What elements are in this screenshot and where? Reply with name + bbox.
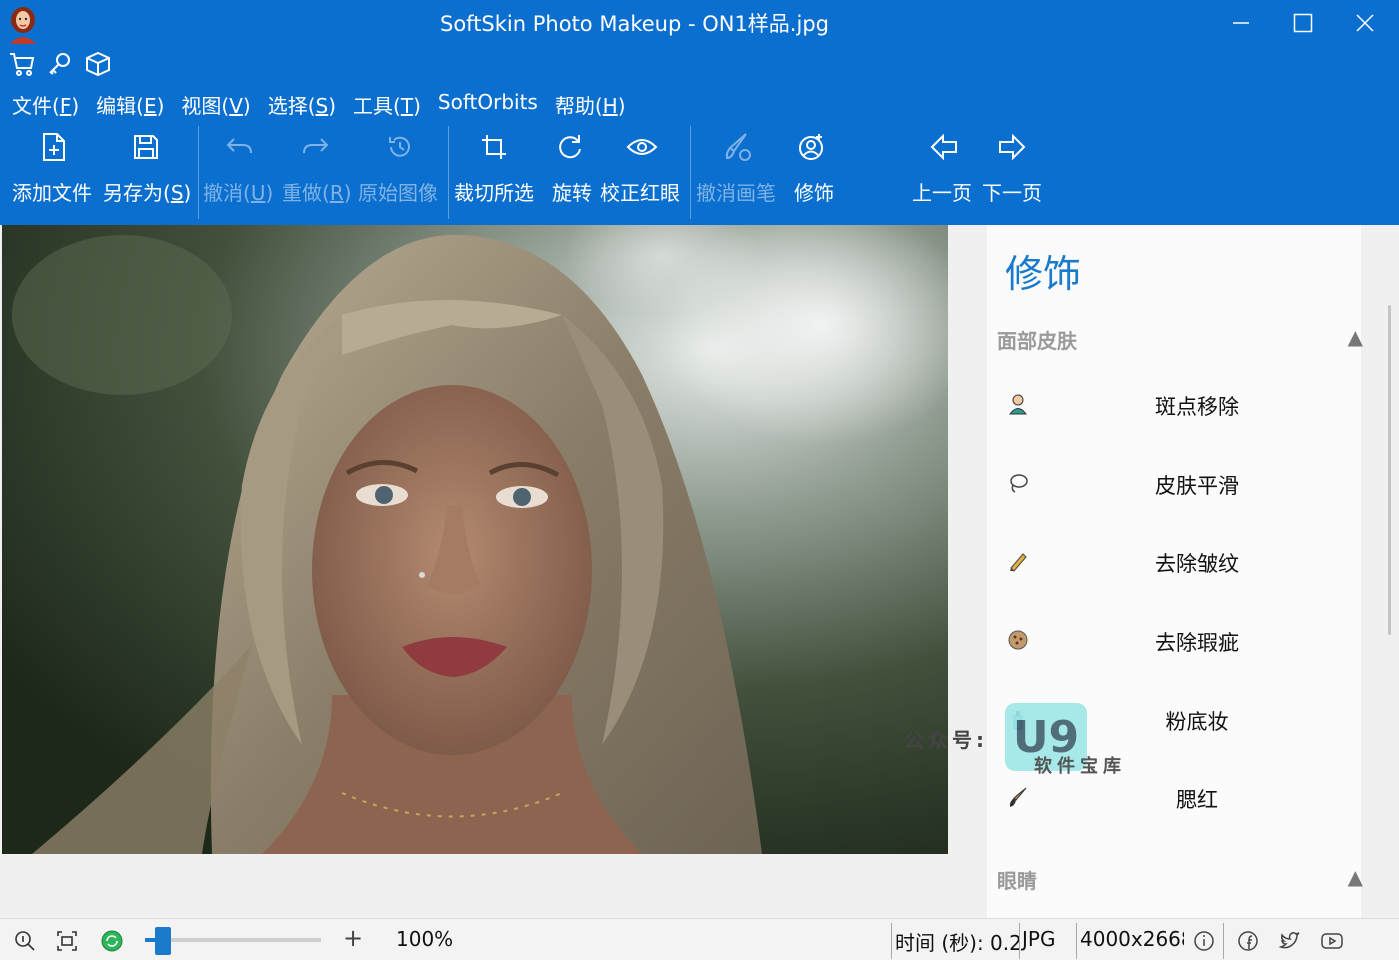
box-icon[interactable] <box>84 50 112 78</box>
fit-to-window-icon[interactable] <box>55 929 79 953</box>
quick-access-bar <box>8 50 112 78</box>
lasso-icon <box>1007 472 1029 494</box>
arrow-right-icon <box>994 129 1030 165</box>
portrait-photo[interactable] <box>2 225 948 854</box>
panel-body: 修饰 面部皮肤 ▲ 斑点移除 皮肤平滑 去除皱纹 去除瑕疵 粉底妆 腮红 眼睛 … <box>987 225 1363 918</box>
retouch-button[interactable]: 修饰 <box>792 125 840 217</box>
time-readout: 时间 (秒): 0.2 <box>895 931 1022 955</box>
pencil-icon <box>1007 550 1029 572</box>
tool-spot-removal[interactable]: 斑点移除 <box>997 375 1367 435</box>
redo-icon <box>298 129 334 165</box>
image-dimensions: 4000x2668 <box>1080 927 1184 951</box>
panel-title: 修饰 <box>1005 252 1082 296</box>
menu-bar: 文件(F) 编辑(E) 视图(V) 选择(S) 工具(T) SoftOrbits… <box>12 88 626 121</box>
status-bar: + 100% 时间 (秒): 0.2 JPG 4000x2668 <box>0 918 1399 960</box>
prev-page-button[interactable]: 上一页 <box>910 125 978 217</box>
menu-tools[interactable]: 工具(T) <box>353 88 421 121</box>
key-icon[interactable] <box>46 50 74 78</box>
zoom-level: 100% <box>396 927 454 951</box>
youtube-icon[interactable] <box>1320 929 1344 953</box>
retouch-panel: 修饰 面部皮肤 ▲ 斑点移除 皮肤平滑 去除皱纹 去除瑕疵 粉底妆 腮红 眼睛 … <box>977 225 1399 918</box>
zoom-in-icon[interactable] <box>13 929 37 953</box>
face-icon <box>1007 393 1029 415</box>
app-window: SoftSkin Photo Makeup - ON1样品.jpg 文件(F) … <box>0 0 1399 960</box>
brush-icon <box>1007 786 1029 808</box>
maximize-button[interactable] <box>1272 0 1334 46</box>
original-image-button[interactable]: 原始图像 <box>358 125 444 217</box>
image-canvas[interactable] <box>0 225 977 918</box>
info-icon[interactable] <box>1192 929 1216 953</box>
image-format: JPG <box>1022 927 1056 951</box>
window-title: SoftSkin Photo Makeup - ON1样品.jpg <box>440 12 829 36</box>
tool-skin-smoothing[interactable]: 皮肤平滑 <box>997 454 1367 514</box>
section-header-face-skin[interactable]: 面部皮肤 ▲ <box>997 325 1377 354</box>
crop-icon <box>476 129 512 165</box>
cart-icon[interactable] <box>8 50 36 78</box>
collapse-arrow-icon[interactable]: ▲ <box>1348 865 1363 889</box>
menu-help[interactable]: 帮助(H) <box>555 88 626 121</box>
tool-wrinkle-removal[interactable]: 去除皱纹 <box>997 532 1367 592</box>
undo-button[interactable]: 撤消(U) <box>203 125 279 217</box>
red-eye-button[interactable]: 校正红眼 <box>600 125 688 217</box>
eye-icon <box>624 129 660 165</box>
zoom-slider-thumb[interactable] <box>155 927 171 955</box>
crop-button[interactable]: 裁切所选 <box>454 125 540 217</box>
title-ribbon-area: SoftSkin Photo Makeup - ON1样品.jpg 文件(F) … <box>0 0 1399 225</box>
watermark-subtitle: 软件宝库 <box>1034 756 1126 777</box>
rotate-icon <box>552 129 588 165</box>
section-header-eyes[interactable]: 眼睛 ▲ <box>997 865 1377 894</box>
brush-eraser-icon <box>720 129 756 165</box>
save-as-button[interactable]: 另存为(S) <box>100 125 194 217</box>
arrow-left-icon <box>926 129 962 165</box>
next-page-button[interactable]: 下一页 <box>980 125 1048 217</box>
menu-view[interactable]: 视图(V) <box>181 88 250 121</box>
watermark-prefix: 公众号: <box>904 728 988 752</box>
close-button[interactable] <box>1334 0 1396 46</box>
menu-file[interactable]: 文件(F) <box>12 88 79 121</box>
menu-select[interactable]: 选择(S) <box>268 88 336 121</box>
save-icon <box>128 129 164 165</box>
add-file-button[interactable]: 添加文件 <box>10 125 92 217</box>
menu-softorbits[interactable]: SoftOrbits <box>438 88 538 121</box>
redo-button[interactable]: 重做(R) <box>282 125 356 217</box>
twitter-icon[interactable] <box>1278 929 1302 953</box>
tool-blemish-removal[interactable]: 去除瑕疵 <box>997 611 1367 671</box>
facebook-icon[interactable] <box>1236 929 1260 953</box>
zoom-plus-button[interactable]: + <box>343 924 363 952</box>
history-icon <box>382 129 418 165</box>
cookie-icon <box>1007 629 1029 651</box>
menu-edit[interactable]: 编辑(E) <box>96 88 164 121</box>
minimize-button[interactable] <box>1210 0 1272 46</box>
retouch-face-icon <box>794 129 830 165</box>
undo-icon <box>221 129 257 165</box>
zoom-slider[interactable] <box>145 938 321 942</box>
add-file-icon <box>36 129 72 165</box>
panel-scrollbar[interactable] <box>1388 305 1391 635</box>
refresh-icon[interactable] <box>100 929 124 953</box>
collapse-arrow-icon[interactable]: ▲ <box>1348 325 1363 349</box>
undo-brush-button[interactable]: 撤消画笔 <box>696 125 782 217</box>
rotate-button[interactable]: 旋转 <box>550 125 596 217</box>
